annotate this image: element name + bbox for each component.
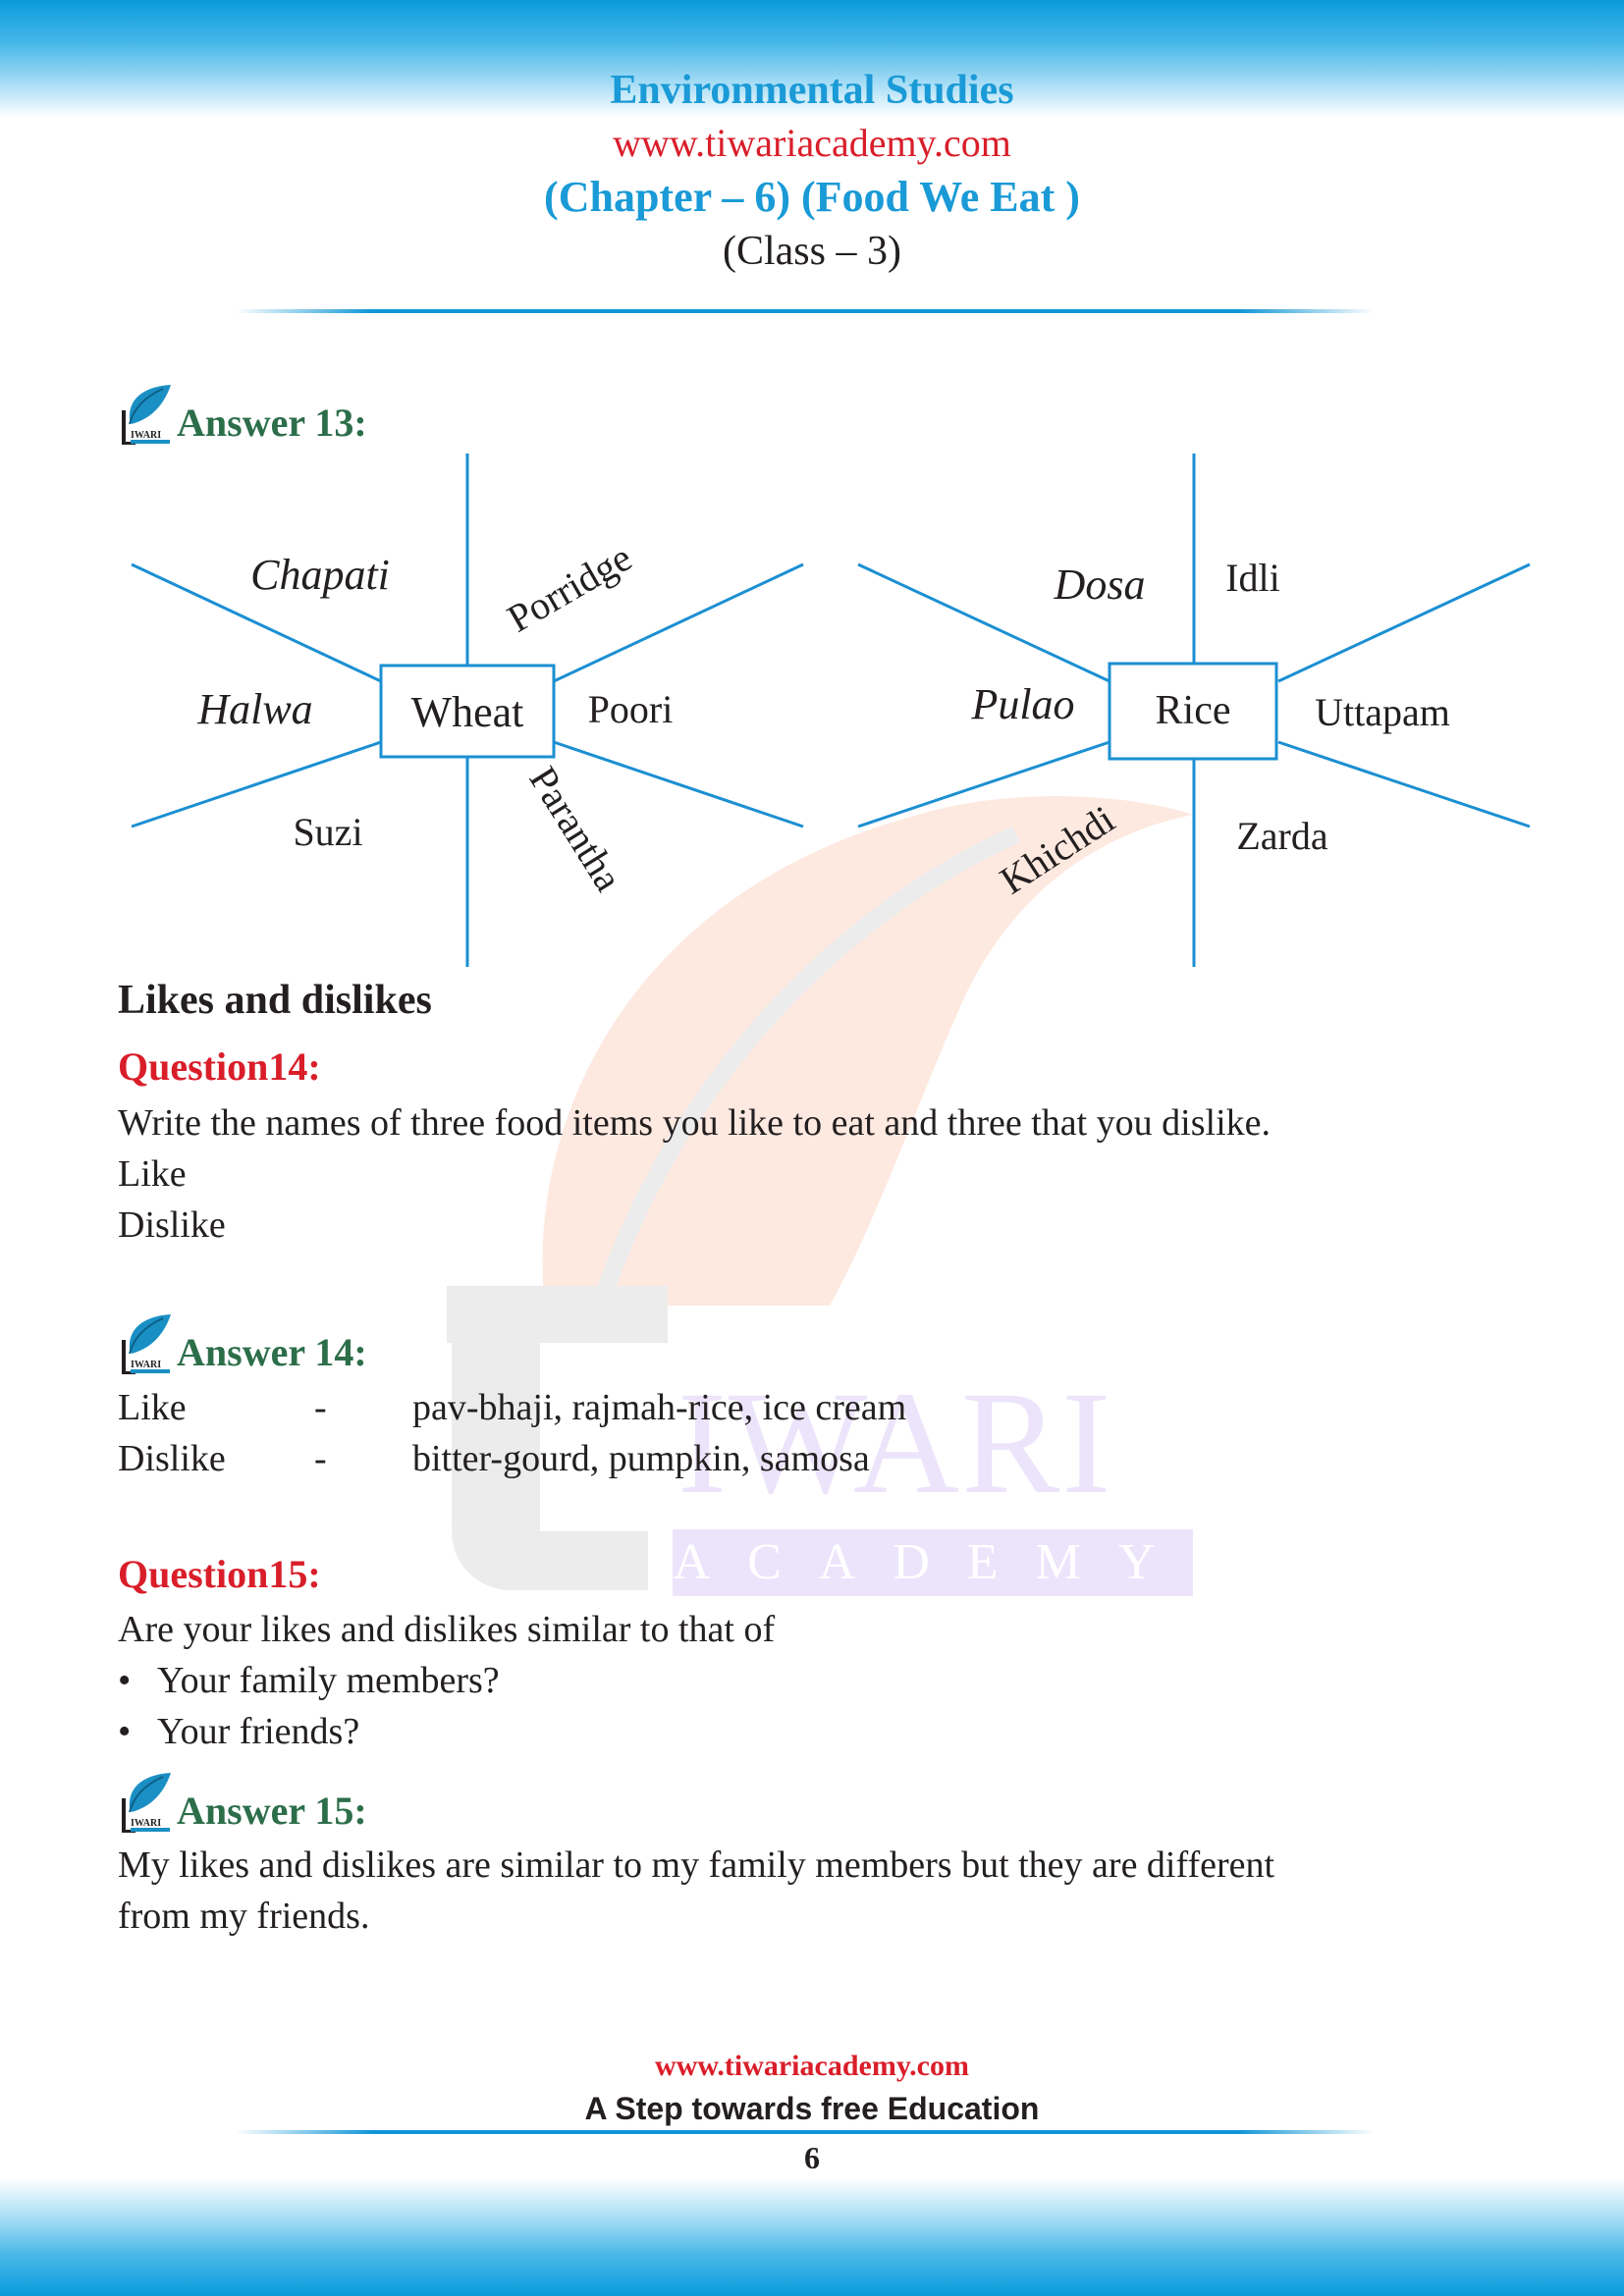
chapter-title: (Chapter – 6) (Food We Eat ) [544, 173, 1080, 221]
rice-item-idli: Idli [1225, 556, 1280, 600]
wheat-item-poori: Poori [588, 687, 674, 731]
answer-14-label: Answer 14: [177, 1330, 367, 1374]
answer-14-like-row: Like - pav-bhaji, rajmah-rice, ice cream [118, 1386, 906, 1429]
question-14-heading: Question14: [118, 1044, 321, 1089]
rice-item-pulao: Pulao [970, 680, 1074, 728]
svg-text:IWARI: IWARI [131, 1360, 161, 1370]
food-grain-diagrams: Wheat Chapati Porridge Halwa Poori Suzi … [131, 454, 1531, 967]
like-separator: - [314, 1387, 327, 1428]
answer-13-heading: IWARI Answer 13: [116, 381, 367, 446]
bullet-text: Your family members? [157, 1660, 500, 1701]
answer-15-text-line-2: from my friends. [118, 1896, 370, 1937]
rice-item-khichdi: Khichdi [992, 797, 1122, 903]
tiwari-leaf-logo-icon: IWARI [122, 1773, 171, 1833]
watermark-t-foot [452, 1531, 648, 1590]
answer-13-label: Answer 13: [177, 400, 367, 445]
answer-15-text-line-1: My likes and dislikes are similar to my … [118, 1844, 1275, 1886]
tiwari-leaf-logo-icon: IWARI [122, 1314, 171, 1374]
question-15-bullet-item: • Your family members? [118, 1659, 500, 1702]
question-15-bullet-item: • Your friends? [118, 1710, 359, 1753]
dislike-value: bitter-gourd, pumpkin, samosa [412, 1438, 870, 1479]
wheat-diagram: Wheat Chapati Porridge Halwa Poori Suzi … [131, 454, 804, 967]
bullet-icon: • [118, 1660, 132, 1701]
wheat-item-chapati: Chapati [250, 551, 390, 599]
bullet-text: Your friends? [157, 1711, 360, 1752]
class-label: (Class – 3) [723, 229, 901, 274]
section-title-likes-dislikes: Likes and dislikes [118, 978, 432, 1023]
rice-item-zarda: Zarda [1236, 814, 1328, 858]
question-14-text: Write the names of three food items you … [118, 1102, 1272, 1144]
question-15-text: Are your likes and dislikes similar to t… [118, 1609, 776, 1650]
dislike-separator: - [314, 1438, 327, 1479]
wheat-item-parantha: Parantha [520, 759, 630, 899]
subject-title: Environmental Studies [610, 68, 1014, 113]
svg-text:IWARI: IWARI [131, 430, 161, 441]
footer-website-link[interactable]: www.tiwariacademy.com [0, 2050, 1624, 2083]
answer-14-dislike-row: Dislike - bitter-gourd, pumpkin, samosa [118, 1437, 870, 1480]
answer-15-heading: IWARI Answer 15: [116, 1769, 367, 1834]
wheat-item-suzi: Suzi [293, 810, 362, 854]
rice-center-label: Rice [1156, 688, 1231, 733]
footer-gradient-band [0, 2178, 1624, 2296]
question-14-like-label: Like [118, 1153, 187, 1195]
header-website-link[interactable]: www.tiwariacademy.com [0, 120, 1624, 166]
footer-divider [236, 2130, 1375, 2134]
tiwari-leaf-logo-icon: IWARI [122, 385, 171, 445]
header-divider [236, 309, 1375, 313]
answer-15-label: Answer 15: [177, 1789, 367, 1833]
wheat-item-porridge: Porridge [500, 535, 639, 641]
wheat-item-halwa: Halwa [196, 685, 312, 733]
svg-text:IWARI: IWARI [131, 1818, 161, 1829]
rice-spoke-upright [1277, 562, 1531, 683]
answer-14-heading: IWARI Answer 14: [116, 1310, 367, 1375]
like-label: Like [118, 1387, 187, 1428]
dislike-label: Dislike [118, 1438, 226, 1479]
question-14-dislike-label: Dislike [118, 1204, 226, 1246]
wheat-center-label: Wheat [411, 688, 524, 736]
rice-item-dosa: Dosa [1054, 561, 1146, 609]
question-15-heading: Question15: [118, 1552, 321, 1596]
footer-tagline: A Step towards free Education [584, 2091, 1040, 2126]
like-value: pav-bhaji, rajmah-rice, ice cream [412, 1387, 907, 1428]
bullet-icon: • [118, 1711, 132, 1752]
rice-diagram: Rice Dosa Idli Pulao Uttapam Khichdi Zar… [857, 454, 1531, 967]
page-number: 6 [804, 2140, 820, 2175]
watermark-academy-text: ACADEMY [673, 1529, 1193, 1596]
rice-item-uttapam: Uttapam [1315, 690, 1450, 734]
